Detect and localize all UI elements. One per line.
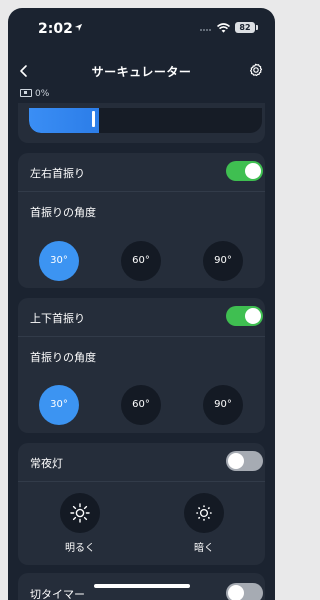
horizontal-swing-toggle[interactable] xyxy=(226,161,263,181)
wifi-icon xyxy=(217,23,230,33)
status-bar: 2:02 82 xyxy=(8,8,275,52)
off-timer-toggle[interactable] xyxy=(226,583,263,600)
dimmer-button[interactable] xyxy=(184,493,224,533)
horizontal-angle-30-button[interactable]: 30° xyxy=(39,241,79,281)
toggle-knob xyxy=(245,163,261,179)
fan-speed-slider-fill xyxy=(29,108,99,133)
brighter-label: 明るく xyxy=(65,543,95,554)
fan-speed-card xyxy=(18,103,265,143)
fan-speed-slider-handle[interactable] xyxy=(92,111,95,127)
cellular-signal-icon xyxy=(200,29,212,32)
fan-speed-slider[interactable] xyxy=(29,108,262,133)
battery-icon: 82 xyxy=(235,22,258,33)
device-battery-status: 0% xyxy=(20,88,50,101)
battery-charging-icon xyxy=(20,88,32,97)
toggle-knob xyxy=(228,453,244,469)
status-time: 2:02 xyxy=(38,21,73,37)
home-indicator xyxy=(94,584,190,588)
sun-bright-icon xyxy=(70,503,90,523)
vertical-angle-30-button[interactable]: 30° xyxy=(39,385,79,425)
horizontal-angle-label: 首振りの角度 xyxy=(30,206,96,219)
horizontal-angle-90-button[interactable]: 90° xyxy=(203,241,243,281)
horizontal-swing-card: 左右首振り 首振りの角度 30° 60° 90° xyxy=(18,153,265,288)
toggle-knob xyxy=(245,308,261,324)
night-light-toggle[interactable] xyxy=(226,451,263,471)
gear-icon[interactable] xyxy=(248,62,264,78)
night-light-card: 常夜灯 明るく 暗く xyxy=(18,443,265,565)
app-screen: 2:02 82 サーキュレーター 0% 左右首振り 首振りの角度 30° 60°… xyxy=(8,8,275,600)
brighter-button[interactable] xyxy=(60,493,100,533)
vertical-swing-toggle[interactable] xyxy=(226,306,263,326)
device-battery-text: 0% xyxy=(35,89,50,99)
night-light-row: 常夜灯 xyxy=(18,443,265,482)
location-arrow-icon xyxy=(74,23,83,32)
vertical-angle-90-button[interactable]: 90° xyxy=(203,385,243,425)
vertical-angle-60-button[interactable]: 60° xyxy=(121,385,161,425)
horizontal-swing-row: 左右首振り xyxy=(18,153,265,192)
vertical-swing-card: 上下首振り 首振りの角度 30° 60° 90° xyxy=(18,298,265,433)
vertical-swing-label: 上下首振り xyxy=(30,312,85,325)
vertical-swing-row: 上下首振り xyxy=(18,298,265,337)
sun-dim-icon xyxy=(196,505,212,521)
vertical-angle-label: 首振りの角度 xyxy=(30,351,96,364)
horizontal-angle-60-button[interactable]: 60° xyxy=(121,241,161,281)
page-title: サーキュレーター xyxy=(91,65,192,79)
toggle-knob xyxy=(228,585,244,600)
off-timer-label: 切タイマー xyxy=(30,588,85,600)
dimmer-label: 暗く xyxy=(194,543,214,554)
horizontal-swing-label: 左右首振り xyxy=(30,167,85,180)
night-light-label: 常夜灯 xyxy=(30,457,63,470)
